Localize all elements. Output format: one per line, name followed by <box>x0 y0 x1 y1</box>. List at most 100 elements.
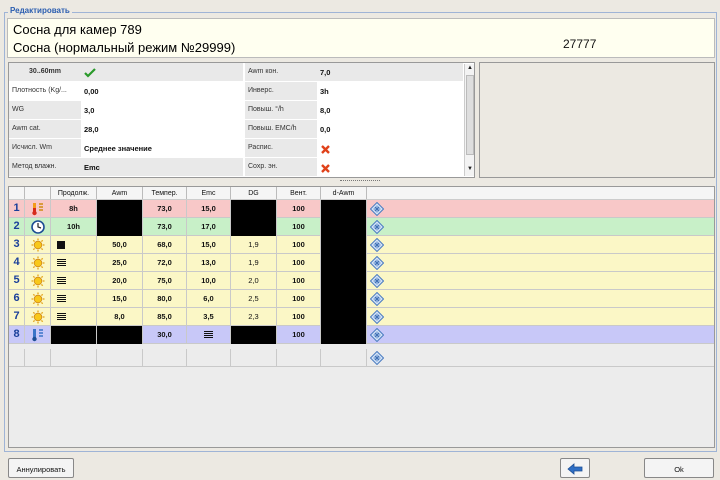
sun-icon <box>25 254 51 272</box>
table-row[interactable]: 2 10h 73,0 17,0 100 <box>9 218 714 236</box>
cell-emc: 10,0 <box>187 272 231 290</box>
splitter-handle[interactable] <box>340 180 380 184</box>
row-action-button[interactable] <box>367 308 387 326</box>
cell-awm: 15,0 <box>97 290 143 308</box>
group-title: Редактировать <box>8 6 72 15</box>
scroll-thumb[interactable] <box>466 75 474 155</box>
empty-row[interactable] <box>9 349 714 367</box>
param-row[interactable]: Метод влажн. Emc <box>9 158 243 177</box>
sun-icon <box>25 308 51 326</box>
back-button[interactable] <box>560 458 590 478</box>
table-row[interactable]: 8 30,0 100 <box>9 326 714 344</box>
step-action-icon <box>369 350 385 366</box>
cell-vent: 100 <box>277 290 321 308</box>
empty-cell <box>97 349 143 367</box>
row-action-button[interactable] <box>367 218 387 236</box>
ok-button[interactable]: Ok <box>644 458 714 478</box>
mode-indicator-icon <box>57 313 66 322</box>
empty-cell <box>277 349 321 367</box>
param-value: 3,0 <box>81 101 243 119</box>
cancel-button[interactable]: Аннулировать <box>8 458 74 478</box>
cell-emc: 15,0 <box>187 200 231 218</box>
params-scrollbar[interactable]: ▲ ▼ <box>464 64 474 176</box>
param-row[interactable]: Инверс. 3h <box>245 82 463 101</box>
step-action-icon <box>369 291 385 307</box>
table-row[interactable]: 6 15,0 80,0 6,0 2,5 100 <box>9 290 714 308</box>
add-row-button[interactable] <box>367 349 387 367</box>
param-value <box>81 63 243 81</box>
row-action-button[interactable] <box>367 290 387 308</box>
row-action-button[interactable] <box>367 272 387 290</box>
table-row[interactable]: 5 20,0 75,0 10,0 2,0 100 <box>9 272 714 290</box>
cell-dg: 1,9 <box>231 236 277 254</box>
row-number: 7 <box>9 308 25 326</box>
param-row[interactable]: Исчисл. Wm Среднее значение <box>9 139 243 158</box>
program-name: Сосна для камер 789 <box>13 22 142 37</box>
cell-duration <box>51 308 97 326</box>
param-label: Повыш. EMC/h <box>248 125 297 132</box>
cell-dawm <box>321 236 367 254</box>
grid-header: Продолж. Awm Темпер. Emc DG Вент. d-Awm <box>9 187 714 200</box>
scroll-down-icon[interactable]: ▼ <box>466 166 474 175</box>
param-row[interactable]: Повыш. °/h 8,0 <box>245 101 463 120</box>
cell-vent: 100 <box>277 272 321 290</box>
step-action-icon <box>369 273 385 289</box>
col-header-vent[interactable]: Вент. <box>277 187 321 199</box>
row-action-button[interactable] <box>367 326 387 344</box>
param-row[interactable]: Awm кон. 7,0 <box>245 63 463 82</box>
cell-temp: 73,0 <box>143 218 187 236</box>
param-value: 28,0 <box>81 120 243 138</box>
col-header-awm[interactable]: Awm <box>97 187 143 199</box>
table-row[interactable]: 7 8,0 85,0 3,5 2,3 100 <box>9 308 714 326</box>
param-label: Плотность (Kg/... <box>12 87 67 94</box>
arrow-left-icon <box>567 463 583 475</box>
row-number: 5 <box>9 272 25 290</box>
cell-dg: 2,3 <box>231 308 277 326</box>
col-header-emc[interactable]: Emc <box>187 187 231 199</box>
col-header-temp[interactable]: Темпер. <box>143 187 187 199</box>
row-action-button[interactable] <box>367 254 387 272</box>
cell-emc: 3,5 <box>187 308 231 326</box>
row-number: 2 <box>9 218 25 236</box>
table-row[interactable]: 4 25,0 72,0 13,0 1,9 100 <box>9 254 714 272</box>
row-number: 6 <box>9 290 25 308</box>
param-value <box>317 139 463 157</box>
cell-dawm <box>321 254 367 272</box>
cell-awm: 8,0 <box>97 308 143 326</box>
param-row[interactable]: Awm cat. 28,0 <box>9 120 243 139</box>
param-row[interactable]: WG 3,0 <box>9 101 243 120</box>
program-number: 27777 <box>563 37 597 51</box>
param-value: Среднее значение <box>81 139 243 157</box>
clock-icon <box>25 218 51 236</box>
cell-vent: 100 <box>277 308 321 326</box>
empty-cell <box>25 349 51 367</box>
param-row[interactable]: Сохр. эн. <box>245 158 463 177</box>
col-header-dawm[interactable]: d-Awm <box>321 187 367 199</box>
checkmark-icon <box>84 68 96 78</box>
row-action-button[interactable] <box>367 200 387 218</box>
cell-awm <box>97 218 143 236</box>
table-row[interactable]: 1 8h 73,0 15,0 100 <box>9 200 714 218</box>
row-number: 8 <box>9 326 25 344</box>
side-panel <box>479 62 715 178</box>
cell-dawm <box>321 308 367 326</box>
cell-awm: 50,0 <box>97 236 143 254</box>
cell-temp: 73,0 <box>143 200 187 218</box>
param-value: 7,0 <box>317 63 463 81</box>
cell-awm: 20,0 <box>97 272 143 290</box>
row-number: 3 <box>9 236 25 254</box>
row-action-button[interactable] <box>367 236 387 254</box>
scroll-up-icon[interactable]: ▲ <box>466 65 474 74</box>
col-header-duration[interactable]: Продолж. <box>51 187 97 199</box>
param-row[interactable]: 30..60mm <box>9 63 243 82</box>
cell-dawm <box>321 326 367 344</box>
program-header: Сосна для камер 789 Сосна (нормальный ре… <box>7 18 715 58</box>
col-header-dg[interactable]: DG <box>231 187 277 199</box>
cell-vent: 100 <box>277 254 321 272</box>
param-row[interactable]: Плотность (Kg/... 0,00 <box>9 82 243 101</box>
cell-duration <box>51 236 97 254</box>
table-row[interactable]: 3 50,0 68,0 15,0 1,9 100 <box>9 236 714 254</box>
cell-duration <box>51 290 97 308</box>
param-row[interactable]: Распис. <box>245 139 463 158</box>
param-row[interactable]: Повыш. EMC/h 0,0 <box>245 120 463 139</box>
